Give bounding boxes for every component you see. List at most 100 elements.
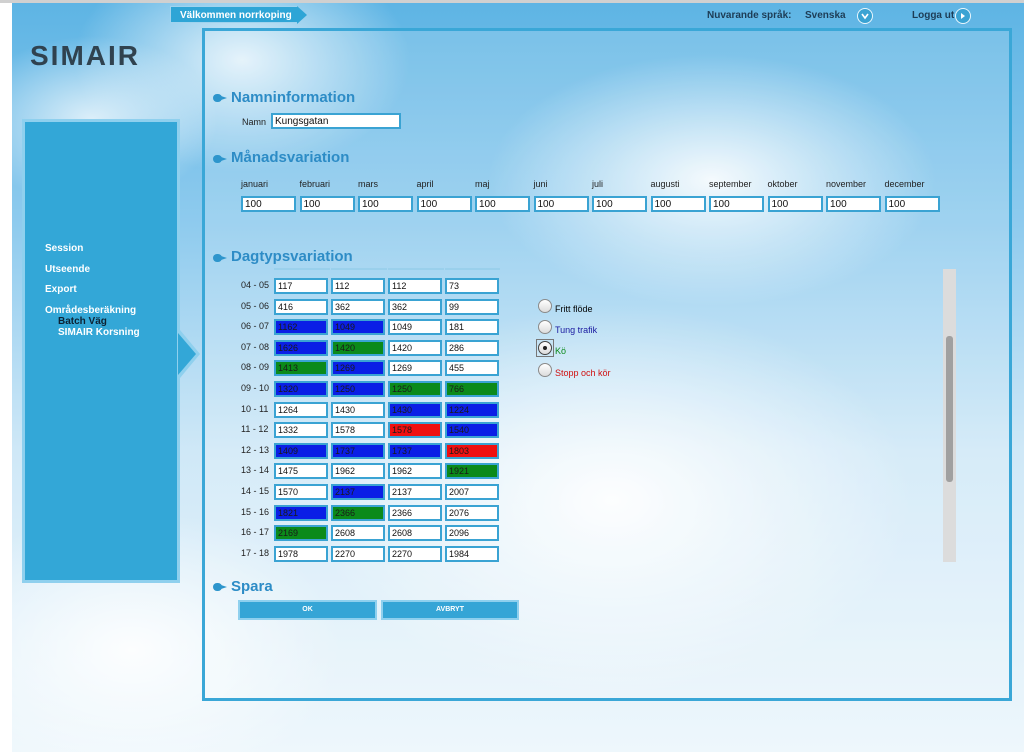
traffic-cell[interactable] bbox=[331, 463, 385, 480]
name-input[interactable] bbox=[271, 113, 401, 129]
traffic-cell[interactable] bbox=[445, 339, 499, 356]
traffic-cell[interactable] bbox=[445, 278, 499, 294]
traffic-cell[interactable] bbox=[274, 484, 328, 500]
traffic-cell[interactable] bbox=[445, 504, 499, 521]
traffic-cell[interactable] bbox=[331, 298, 385, 315]
traffic-cell[interactable] bbox=[274, 339, 328, 356]
table-row: 13 - 14 bbox=[238, 459, 500, 480]
language-dropdown-button[interactable] bbox=[857, 8, 873, 24]
traffic-cell[interactable] bbox=[331, 545, 385, 562]
traffic-cell[interactable] bbox=[331, 360, 385, 377]
logout-button[interactable] bbox=[955, 8, 971, 24]
scrollbar-thumb[interactable] bbox=[946, 336, 953, 482]
month-input[interactable] bbox=[358, 196, 413, 212]
month-input[interactable] bbox=[241, 196, 296, 212]
month-input[interactable] bbox=[416, 196, 472, 212]
section-title-spara: Spara bbox=[231, 578, 273, 595]
traffic-cell[interactable] bbox=[388, 381, 442, 397]
traffic-cell[interactable] bbox=[388, 319, 442, 336]
traffic-cell[interactable] bbox=[388, 422, 442, 439]
language-label: Nuvarande språk: bbox=[707, 10, 792, 21]
traffic-cell[interactable] bbox=[388, 525, 442, 542]
traffic-cell[interactable] bbox=[274, 545, 328, 562]
traffic-cell[interactable] bbox=[274, 278, 328, 294]
month-input[interactable] bbox=[767, 196, 823, 212]
daytype-table: 04 - 05 05 - 06 06 - 07 07 - 08 08 - 09 09 - … bbox=[238, 268, 500, 562]
traffic-cell[interactable] bbox=[388, 545, 442, 562]
traffic-cell[interactable] bbox=[331, 319, 385, 336]
traffic-cell[interactable] bbox=[274, 504, 328, 521]
traffic-cell[interactable] bbox=[445, 442, 499, 459]
traffic-cell[interactable] bbox=[445, 319, 499, 336]
cancel-button[interactable]: AVBRYT bbox=[381, 600, 519, 620]
traffic-cell[interactable] bbox=[445, 422, 499, 439]
traffic-cell[interactable] bbox=[331, 525, 385, 542]
traffic-cell[interactable] bbox=[331, 442, 385, 459]
traffic-cell[interactable] bbox=[274, 442, 328, 459]
traffic-cell[interactable] bbox=[274, 381, 328, 397]
traffic-cell[interactable] bbox=[388, 339, 442, 356]
nav-subitem-batch-vag[interactable]: Batch Väg bbox=[58, 316, 107, 327]
traffic-cell[interactable] bbox=[445, 545, 499, 562]
traffic-cell[interactable] bbox=[331, 381, 385, 397]
traffic-cell[interactable] bbox=[274, 319, 328, 336]
traffic-cell[interactable] bbox=[445, 401, 499, 418]
traffic-cell[interactable] bbox=[388, 442, 442, 459]
traffic-cell[interactable] bbox=[274, 360, 328, 377]
column-header-line bbox=[445, 268, 500, 270]
ok-button[interactable]: OK bbox=[238, 600, 377, 620]
month-input[interactable] bbox=[475, 196, 530, 212]
traffic-cell[interactable] bbox=[274, 525, 328, 542]
nav-subitem-simair-korsning[interactable]: SIMAIR Korsning bbox=[58, 327, 140, 338]
month-label: mars bbox=[358, 179, 378, 189]
traffic-cell[interactable] bbox=[331, 339, 385, 356]
traffic-cell[interactable] bbox=[274, 401, 328, 418]
table-row: 14 - 15 bbox=[238, 480, 500, 501]
traffic-cell[interactable] bbox=[388, 504, 442, 521]
traffic-cell[interactable] bbox=[388, 401, 442, 418]
month-input[interactable] bbox=[592, 196, 647, 212]
language-value[interactable]: Svenska bbox=[805, 10, 846, 21]
traffic-cell[interactable] bbox=[388, 278, 442, 294]
month-input[interactable] bbox=[650, 196, 706, 212]
nav-item-utseende[interactable]: Utseende bbox=[45, 264, 90, 275]
traffic-cell[interactable] bbox=[331, 484, 385, 500]
traffic-cell[interactable] bbox=[388, 463, 442, 480]
traffic-cell[interactable] bbox=[331, 422, 385, 439]
nav-item-omradesberakning[interactable]: Områdesberäkning bbox=[45, 305, 136, 316]
traffic-cell[interactable] bbox=[274, 298, 328, 315]
table-row: 05 - 06 bbox=[238, 295, 500, 316]
traffic-cell[interactable] bbox=[445, 484, 499, 500]
traffic-cell[interactable] bbox=[445, 298, 499, 315]
radio-fritt-flode[interactable] bbox=[538, 299, 552, 313]
month-input[interactable] bbox=[884, 196, 940, 212]
traffic-cell[interactable] bbox=[388, 484, 442, 500]
month-input[interactable] bbox=[533, 196, 589, 212]
traffic-cell[interactable] bbox=[445, 360, 499, 377]
nav-item-session[interactable]: Session bbox=[45, 243, 83, 254]
radio-tung-trafik[interactable] bbox=[538, 320, 552, 334]
traffic-cell[interactable] bbox=[331, 401, 385, 418]
traffic-cell[interactable] bbox=[388, 298, 442, 315]
traffic-cell[interactable] bbox=[331, 504, 385, 521]
month-input[interactable] bbox=[826, 196, 881, 212]
month-label: oktober bbox=[767, 179, 798, 189]
traffic-cell[interactable] bbox=[445, 525, 499, 542]
table-row: 07 - 08 bbox=[238, 336, 500, 357]
month-label: augusti bbox=[650, 179, 680, 189]
nav-item-export[interactable]: Export bbox=[45, 284, 77, 295]
radio-stopp-och-kor[interactable] bbox=[538, 363, 552, 377]
arrow-right-icon bbox=[961, 13, 965, 19]
logout-link[interactable]: Logga ut bbox=[912, 10, 954, 21]
traffic-cell[interactable] bbox=[388, 360, 442, 377]
traffic-cell[interactable] bbox=[445, 463, 499, 480]
traffic-cell[interactable] bbox=[331, 278, 385, 294]
month-input[interactable] bbox=[709, 196, 764, 212]
month-input[interactable] bbox=[299, 196, 355, 212]
traffic-cell[interactable] bbox=[274, 463, 328, 480]
radio-ko[interactable] bbox=[538, 341, 552, 355]
section-bullet-icon bbox=[213, 155, 227, 163]
table-row: 06 - 07 bbox=[238, 315, 500, 336]
traffic-cell[interactable] bbox=[445, 381, 499, 397]
traffic-cell[interactable] bbox=[274, 422, 328, 439]
